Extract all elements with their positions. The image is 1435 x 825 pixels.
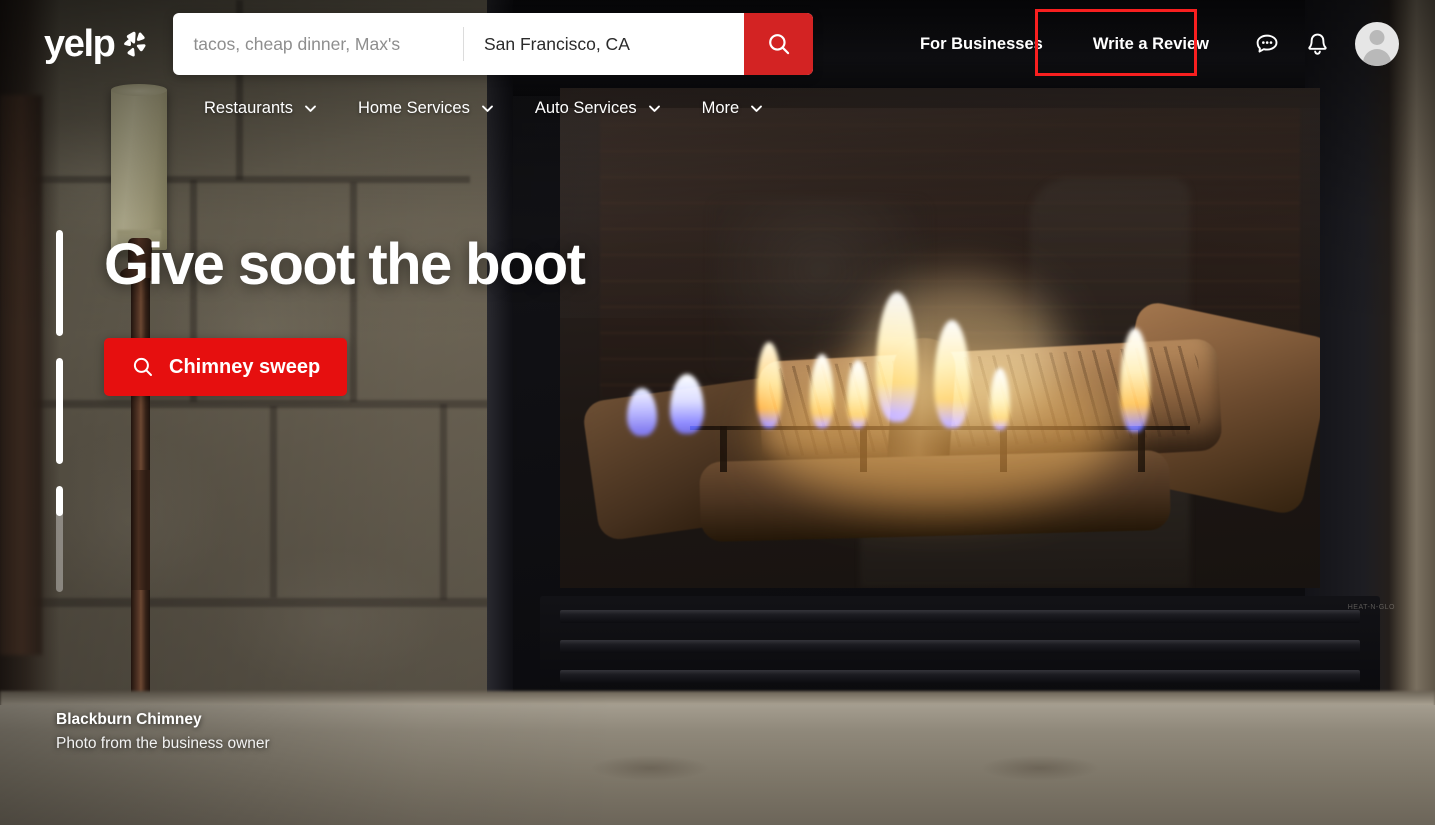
chevron-down-icon [305, 105, 316, 112]
category-navbar: Restaurants Home Services Auto Services … [0, 88, 1435, 128]
search-icon [133, 357, 152, 376]
for-businesses-link[interactable]: For Businesses [904, 25, 1059, 64]
carousel-progress-fill-2 [56, 358, 63, 464]
nav-item-restaurants[interactable]: Restaurants [204, 99, 318, 118]
carousel-progress-rail [56, 230, 63, 592]
nav-item-home-services[interactable]: Home Services [358, 99, 495, 118]
notifications-button[interactable] [1295, 22, 1339, 66]
yelp-burst-icon [124, 31, 146, 57]
avatar-body [1363, 49, 1391, 66]
search-find-input[interactable] [173, 13, 463, 75]
nav-label-auto-services: Auto Services [534, 98, 637, 117]
site-header: yelp For Businesses Wr [0, 0, 1435, 88]
chimney-sweep-cta-label: Chimney sweep [169, 355, 321, 378]
write-a-review-wrapper: Write a Review [1034, 8, 1225, 76]
candle-stand-rod-lower [131, 470, 150, 590]
carousel-progress-bar-2[interactable] [56, 358, 63, 464]
nav-label-restaurants: Restaurants [204, 98, 293, 117]
nav-item-more[interactable]: More [702, 99, 765, 118]
search-location-input[interactable] [463, 13, 744, 75]
messages-button[interactable] [1245, 22, 1289, 66]
yelp-logo[interactable]: yelp [44, 25, 149, 63]
carousel-progress-fill-3 [56, 486, 63, 516]
chevron-down-icon [751, 105, 763, 112]
search-bar [173, 13, 814, 75]
nav-label-home-services: Home Services [357, 98, 470, 117]
search-submit-button[interactable] [743, 13, 814, 75]
yelp-homepage: HEAT-N-GLO yelp tacos, cheap dinner, Max… [0, 0, 1435, 825]
chevron-down-icon [648, 105, 660, 112]
avatar-head [1369, 30, 1385, 45]
nav-item-auto-services[interactable]: Auto Services [535, 99, 662, 118]
left-wood-post [0, 95, 42, 655]
yelp-logo-wordmark: yelp [44, 23, 116, 65]
user-avatar[interactable] [1355, 22, 1399, 66]
messages-icon [1256, 34, 1277, 53]
chevron-down-icon [481, 105, 493, 112]
chimney-sweep-cta-button[interactable]: Chimney sweep [104, 338, 348, 396]
photo-credit-caption: Photo from the business owner [56, 735, 270, 753]
search-icon [768, 34, 789, 55]
fireplace-glass-window [560, 88, 1320, 588]
header-actions: For Businesses Write a Review [904, 8, 1399, 76]
nav-label-more: More [701, 98, 740, 117]
photo-credit-business-name[interactable]: Blackburn Chimney [56, 708, 270, 732]
notifications-bell-icon [1307, 33, 1327, 55]
fireplace-vent-grille [540, 596, 1380, 706]
fireplace-brand-label: HEAT-N-GLO [1347, 604, 1395, 611]
carousel-progress-fill-1 [56, 230, 63, 336]
photo-credit: Blackburn Chimney Photo from the busines… [56, 708, 270, 756]
carousel-progress-bar-3[interactable] [56, 486, 63, 592]
carousel-progress-bar-1[interactable] [56, 230, 63, 336]
write-a-review-link[interactable]: Write a Review [1077, 25, 1225, 63]
